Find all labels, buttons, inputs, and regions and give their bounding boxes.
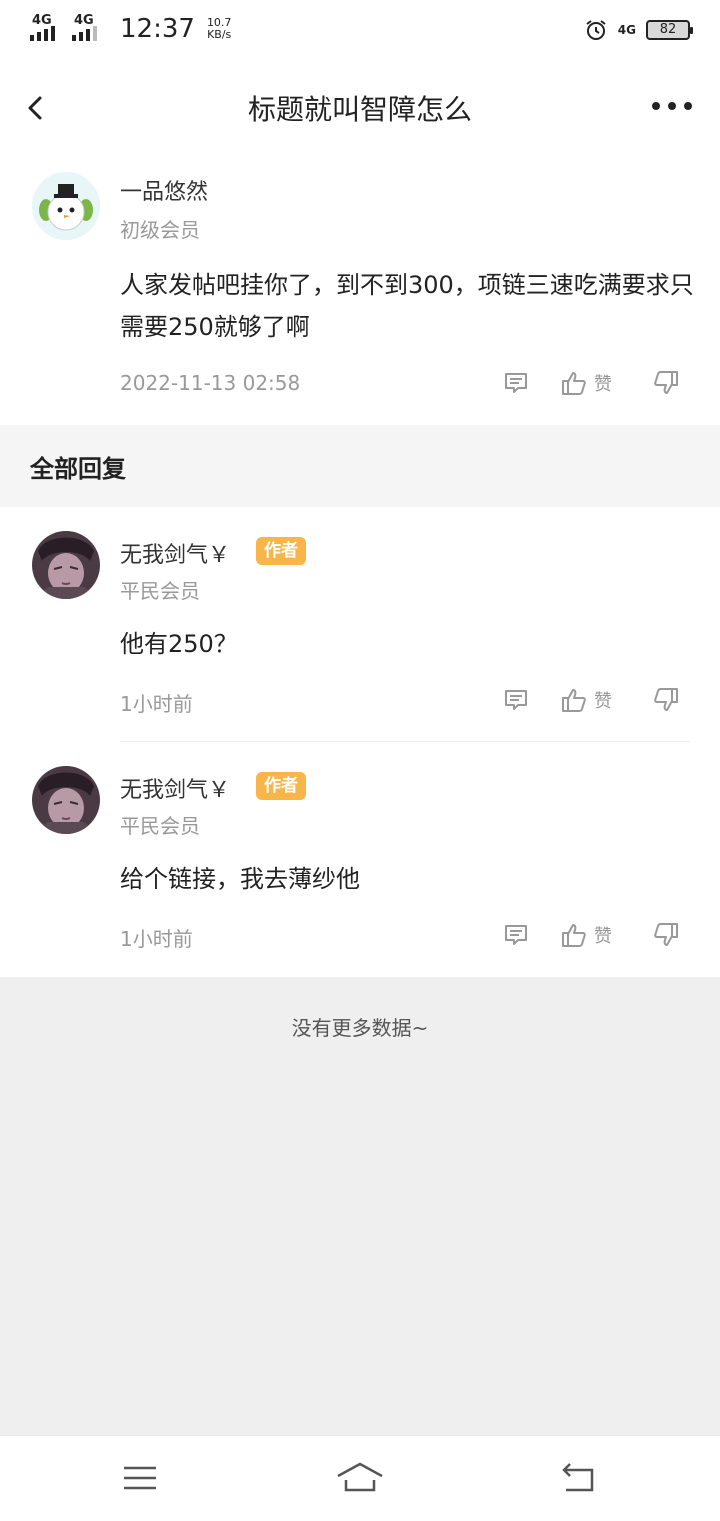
thumbs-down-icon — [654, 923, 678, 946]
like-button[interactable]: 赞 — [560, 369, 612, 397]
menu-icon[interactable] — [120, 1458, 160, 1498]
like-label: 赞 — [594, 374, 612, 395]
thumbs-down-icon — [654, 688, 678, 711]
battery-indicator: 82 — [646, 20, 693, 40]
reply-timestamp: 1小时前 — [120, 692, 193, 716]
avatar[interactable] — [32, 766, 100, 834]
thumbs-up-icon — [562, 924, 586, 947]
system-nav-bar — [0, 1435, 720, 1521]
thumbs-down-icon — [654, 371, 678, 394]
reply-list: 无我剑气￥ 作者 平民会员 他有250？ 1小时前 赞 无我剑气￥ 作者 平民会… — [0, 507, 720, 977]
more-options-icon[interactable] — [652, 96, 702, 116]
status-bar: 4G 4G 12:37 10.7 KB/s 4G 82 — [0, 0, 720, 66]
post-username[interactable]: 一品悠然 — [120, 174, 208, 206]
speed-unit: KB/s — [207, 28, 232, 41]
post-content: 人家发帖吧挂你了，到不到300，项链三速吃满要求只需要250就够了啊 — [120, 271, 694, 341]
post-user-level: 初级会员 — [120, 218, 200, 242]
reply-content: 他有250？ — [120, 630, 238, 658]
comment-icon — [505, 373, 527, 393]
signal-sim1-icon: 4G — [30, 13, 64, 43]
comment-button[interactable] — [502, 369, 530, 397]
title-bar: 标题就叫智障怎么 — [0, 66, 720, 150]
thumbs-up-icon — [562, 689, 586, 712]
back-nav-icon[interactable] — [558, 1458, 598, 1498]
reply-username[interactable]: 无我剑气￥ — [120, 772, 230, 804]
avatar[interactable] — [32, 531, 100, 599]
user-avatar-icon — [32, 766, 100, 834]
reply-dislike-button[interactable] — [652, 686, 680, 714]
network-type: 4G — [617, 23, 636, 37]
reply-content: 给个链接，我去薄纱他 — [120, 865, 360, 893]
network-speed: 10.7 KB/s — [207, 17, 232, 41]
reply-item: 无我剑气￥ 作者 平民会员 他有250？ 1小时前 赞 — [0, 507, 720, 742]
comment-icon — [505, 925, 527, 945]
user-avatar-icon — [32, 531, 100, 599]
replies-section-header: 全部回复 — [0, 425, 720, 507]
page-title: 标题就叫智障怎么 — [247, 93, 472, 126]
post-timestamp: 2022-11-13 02:58 — [120, 371, 301, 395]
alarm-icon — [586, 20, 606, 40]
no-more-data-text: 没有更多数据~ — [291, 1016, 429, 1040]
reply-user-level: 平民会员 — [120, 579, 200, 603]
main-post: 一品悠然 初级会员 人家发帖吧挂你了，到不到300，项链三速吃满要求只需要250… — [0, 150, 720, 425]
replies-section-title: 全部回复 — [30, 455, 126, 483]
thumbs-up-icon — [562, 372, 586, 395]
reply-item: 无我剑气￥ 作者 平民会员 给个链接，我去薄纱他 1小时前 赞 — [0, 742, 720, 977]
like-label: 赞 — [594, 691, 612, 712]
dislike-button[interactable] — [652, 369, 680, 397]
author-badge: 作者 — [256, 537, 306, 565]
author-badge: 作者 — [256, 772, 306, 800]
home-icon[interactable] — [336, 1458, 384, 1498]
like-label: 赞 — [594, 926, 612, 947]
reply-dislike-button[interactable] — [652, 921, 680, 949]
signal-sim2-icon: 4G — [72, 13, 106, 43]
reply-user-level: 平民会员 — [120, 814, 200, 838]
snowman-avatar-icon — [32, 172, 100, 240]
clock: 12:37 — [120, 14, 195, 44]
reply-like-button[interactable]: 赞 — [560, 686, 612, 714]
reply-like-button[interactable]: 赞 — [560, 921, 612, 949]
reply-comment-button[interactable] — [502, 686, 530, 714]
reply-username[interactable]: 无我剑气￥ — [120, 537, 230, 569]
comment-icon — [505, 690, 527, 710]
reply-comment-button[interactable] — [502, 921, 530, 949]
reply-timestamp: 1小时前 — [120, 927, 193, 951]
avatar[interactable] — [32, 172, 100, 240]
